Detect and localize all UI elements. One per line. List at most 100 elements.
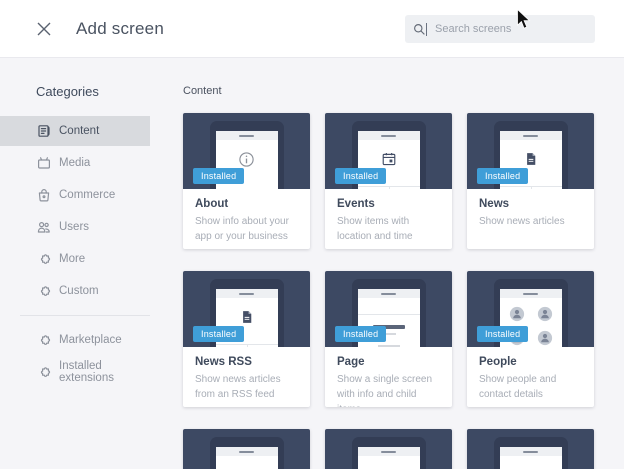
screens-panel: Content Installed About Show info about … xyxy=(150,58,624,469)
sidebar-primary-list: Content Media Commerce Users More Custom xyxy=(0,116,150,306)
puzzle-icon xyxy=(36,283,52,299)
screen-card-news[interactable]: Installed News Show news articles xyxy=(467,113,594,249)
card-description: Show news articles from an RSS feed xyxy=(195,372,298,402)
screen-card-partial[interactable] xyxy=(467,429,594,469)
card-preview-image xyxy=(183,429,310,469)
card-preview-image: Installed xyxy=(325,113,452,189)
sidebar-item-label: Marketplace xyxy=(59,334,122,346)
installed-badge: Installed xyxy=(335,168,386,184)
document-icon xyxy=(216,309,278,325)
media-icon xyxy=(36,155,52,171)
screen-card-partial[interactable] xyxy=(325,429,452,469)
commerce-icon xyxy=(36,187,52,203)
table-divider xyxy=(216,344,278,347)
phone-speaker xyxy=(381,451,396,453)
screen-card-about[interactable]: Installed About Show info about your app… xyxy=(183,113,310,249)
users-icon xyxy=(36,219,52,235)
card-text: News Show news articles xyxy=(467,189,594,229)
puzzle-icon xyxy=(36,332,52,348)
installed-badge: Installed xyxy=(193,168,244,184)
card-description: Show items with location and time xyxy=(337,214,440,244)
calendar-icon xyxy=(358,151,420,167)
card-preview-image: Installed xyxy=(467,271,594,347)
sidebar-item-marketplace[interactable]: Marketplace xyxy=(0,325,150,355)
card-title: People xyxy=(479,356,582,368)
phone-speaker xyxy=(523,451,538,453)
phone-mockup xyxy=(210,437,284,469)
card-title: News RSS xyxy=(195,356,298,368)
sidebar-item-label: Custom xyxy=(59,285,99,297)
phone-mockup xyxy=(494,437,568,469)
phone-screen xyxy=(500,447,562,469)
card-title: About xyxy=(195,198,298,210)
installed-badge: Installed xyxy=(193,326,244,342)
card-preview-image: Installed xyxy=(325,271,452,347)
installed-badge: Installed xyxy=(477,326,528,342)
screen-card-events[interactable]: Installed Events Show items with locatio… xyxy=(325,113,452,249)
phone-screen xyxy=(358,447,420,469)
sidebar-item-label: Media xyxy=(59,157,90,169)
installed-badge: Installed xyxy=(477,168,528,184)
card-preview-image: Installed xyxy=(467,113,594,189)
card-text: About Show info about your app or your b… xyxy=(183,189,310,244)
card-preview-image xyxy=(325,429,452,469)
screen-card-people[interactable]: Installed People Show people and contact… xyxy=(467,271,594,407)
sidebar-item-label: Content xyxy=(59,125,99,137)
screen-card-page[interactable]: Installed Page Show a single screen with… xyxy=(325,271,452,407)
sidebar-item-label: Installed extensions xyxy=(59,360,150,384)
phone-speaker xyxy=(239,451,254,453)
search-input[interactable] xyxy=(435,23,575,35)
phone-mockup xyxy=(352,437,426,469)
phone-speaker xyxy=(239,135,254,137)
card-title: Page xyxy=(337,356,440,368)
phone-speaker xyxy=(523,135,538,137)
sidebar-item-more[interactable]: More xyxy=(0,244,150,274)
screen-card-partial[interactable] xyxy=(183,429,310,469)
document-icon xyxy=(500,151,562,167)
sidebar-item-custom[interactable]: Custom xyxy=(0,276,150,306)
installed-badge: Installed xyxy=(335,326,386,342)
card-title: Events xyxy=(337,198,440,210)
content-icon xyxy=(36,123,52,139)
table-divider xyxy=(500,186,562,189)
sidebar-item-users[interactable]: Users xyxy=(0,212,150,242)
search-box[interactable] xyxy=(405,15,595,43)
card-text: People Show people and contact details xyxy=(467,347,594,402)
card-title: News xyxy=(479,198,582,210)
sidebar-heading: Categories xyxy=(36,84,150,99)
screen-card-grid: Installed About Show info about your app… xyxy=(183,113,624,469)
puzzle-icon xyxy=(36,364,52,380)
screen-card-news-rss[interactable]: Installed News RSS Show news articles fr… xyxy=(183,271,310,407)
sidebar-item-label: Commerce xyxy=(59,189,115,201)
sidebar-secondary-list: Marketplace Installed extensions xyxy=(0,325,150,387)
card-preview-image: Installed xyxy=(183,271,310,347)
card-text: Page Show a single screen with info and … xyxy=(325,347,452,407)
card-description: Show info about your app or your busines… xyxy=(195,214,298,244)
phone-speaker xyxy=(381,135,396,137)
card-preview-image: Installed xyxy=(183,113,310,189)
sidebar-item-media[interactable]: Media xyxy=(0,148,150,178)
card-description: Show people and contact details xyxy=(479,372,582,402)
text-caret xyxy=(426,23,427,36)
categories-sidebar: Categories Content Media Commerce Users More… xyxy=(0,58,150,469)
close-icon[interactable] xyxy=(36,21,52,37)
phone-screen xyxy=(216,447,278,469)
card-preview-image xyxy=(467,429,594,469)
sidebar-item-label: More xyxy=(59,253,85,265)
search-icon xyxy=(413,23,426,36)
page-title: Add screen xyxy=(76,19,164,39)
phone-speaker xyxy=(381,293,396,295)
table-divider xyxy=(358,186,420,189)
phone-speaker xyxy=(523,293,538,295)
sidebar-item-commerce[interactable]: Commerce xyxy=(0,180,150,210)
sidebar-divider xyxy=(20,315,150,316)
card-text: Events Show items with location and time xyxy=(325,189,452,244)
sidebar-item-installed-extensions[interactable]: Installed extensions xyxy=(0,357,150,387)
card-text: News RSS Show news articles from an RSS … xyxy=(183,347,310,402)
phone-speaker xyxy=(239,293,254,295)
sidebar-item-content[interactable]: Content xyxy=(0,116,150,146)
card-description: Show news articles xyxy=(479,214,582,229)
dialog-header: Add screen xyxy=(0,0,624,58)
puzzle-icon xyxy=(36,251,52,267)
sidebar-item-label: Users xyxy=(59,221,89,233)
